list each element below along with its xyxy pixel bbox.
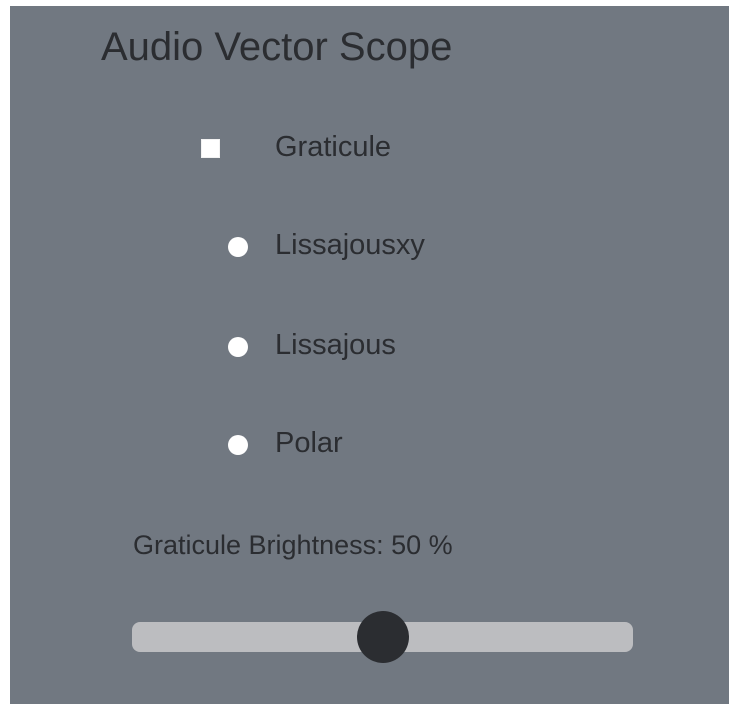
- radio-polar[interactable]: [228, 435, 248, 455]
- radio-label-lissajousxy: Lissajousxy: [275, 229, 425, 261]
- brightness-slider-thumb[interactable]: [356, 611, 409, 663]
- graticule-label: Graticule: [275, 131, 392, 163]
- brightness-slider-track[interactable]: [132, 611, 633, 663]
- radio-lissajous[interactable]: [228, 337, 248, 357]
- radio-label-lissajous: Lissajous: [275, 329, 396, 361]
- graticule-checkbox[interactable]: [201, 139, 220, 158]
- radio-label-polar: Polar: [275, 427, 343, 459]
- radio-lissajousxy[interactable]: [228, 237, 248, 257]
- panel-title: Audio Vector Scope: [101, 25, 453, 69]
- audio-vector-scope-panel: Audio Vector Scope Graticule Lissajousxy…: [10, 6, 729, 704]
- brightness-label: Graticule Brightness: 50 %: [133, 530, 453, 560]
